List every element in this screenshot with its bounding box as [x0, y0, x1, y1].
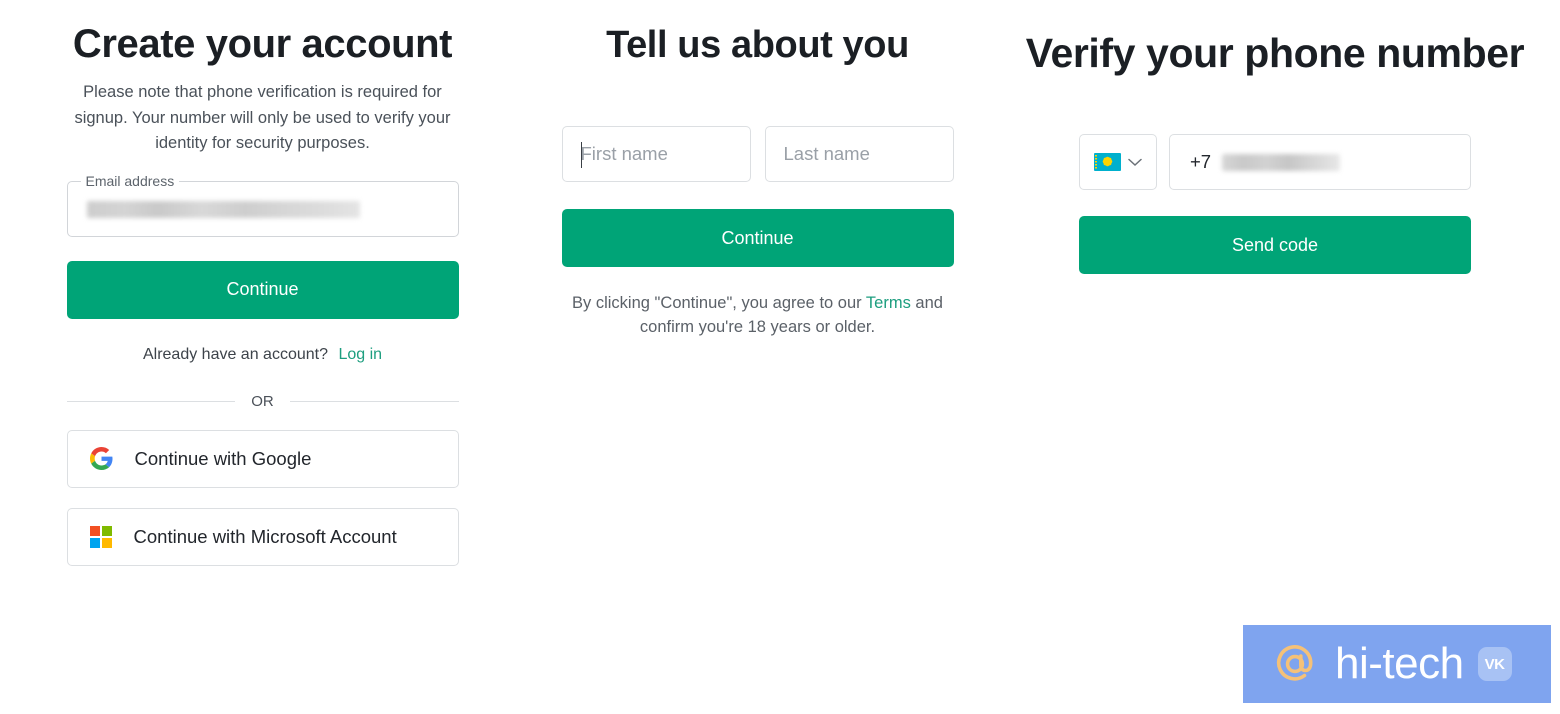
or-divider: OR: [66, 392, 459, 410]
watermark-banner: hi-tech VK: [1243, 625, 1551, 703]
first-name-input[interactable]: First name: [561, 126, 751, 182]
login-prompt: Already have an account? Log in: [67, 345, 459, 365]
at-sign-icon: [1269, 638, 1321, 690]
vk-badge-icon: VK: [1477, 647, 1512, 681]
divider-rule-right: [289, 400, 459, 402]
name-form: First name Last name Continue: [561, 68, 954, 267]
send-code-button[interactable]: Send code: [1079, 216, 1471, 274]
email-field-label: Email address: [80, 172, 180, 189]
or-label: OR: [251, 392, 274, 410]
kazakhstan-flag-icon: [1094, 153, 1121, 171]
terms-disclaimer: By clicking "Continue", you agree to our…: [564, 291, 952, 339]
log-in-link[interactable]: Log in: [338, 346, 382, 363]
page-title-verify-phone: Verify your phone number: [1025, 30, 1525, 76]
terms-prefix-text: By clicking "Continue", you agree to our: [572, 294, 866, 312]
microsoft-icon: [89, 525, 112, 548]
create-account-form: Email address Continue Already have an a…: [66, 157, 459, 566]
google-icon: [89, 447, 113, 470]
phone-country-prefix: +7: [1190, 151, 1212, 172]
page-title-create-account: Create your account: [72, 22, 453, 66]
login-prompt-text: Already have an account?: [142, 345, 328, 363]
phone-number-redacted-value: [1222, 153, 1341, 171]
create-account-panel: Create your account Please note that pho…: [0, 0, 525, 566]
continue-button-tell-us[interactable]: Continue: [561, 209, 954, 267]
watermark-text: hi-tech: [1335, 639, 1464, 688]
continue-with-google-button[interactable]: Continue with Google: [66, 429, 459, 488]
country-code-select[interactable]: [1079, 134, 1157, 190]
continue-with-microsoft-button[interactable]: Continue with Microsoft Account: [66, 507, 459, 566]
phone-row: +7: [1079, 134, 1471, 190]
chevron-down-icon: [1128, 158, 1142, 167]
continue-with-google-label: Continue with Google: [134, 447, 312, 469]
verify-phone-panel: Verify your phone number +7 Send code: [990, 0, 1560, 274]
last-name-input[interactable]: Last name: [764, 126, 954, 182]
terms-link[interactable]: Terms: [866, 294, 911, 312]
email-field[interactable]: Email address: [66, 172, 459, 237]
divider-rule-left: [66, 400, 236, 402]
first-name-placeholder: First name: [580, 143, 668, 164]
email-field-redacted-value: [86, 200, 360, 218]
create-account-subtext: Please note that phone verification is r…: [74, 83, 451, 152]
continue-with-microsoft-label: Continue with Microsoft Account: [133, 525, 397, 547]
phone-form: +7 Send code: [1079, 78, 1471, 274]
phone-number-input[interactable]: +7: [1169, 134, 1471, 190]
tell-us-about-you-panel: Tell us about you First name Last name C…: [525, 0, 990, 339]
text-cursor: [580, 142, 582, 168]
continue-button-create-account[interactable]: Continue: [66, 260, 459, 319]
page-title-tell-us-about-you: Tell us about you: [606, 24, 909, 66]
name-row: First name Last name: [561, 126, 954, 182]
last-name-placeholder: Last name: [783, 143, 870, 164]
